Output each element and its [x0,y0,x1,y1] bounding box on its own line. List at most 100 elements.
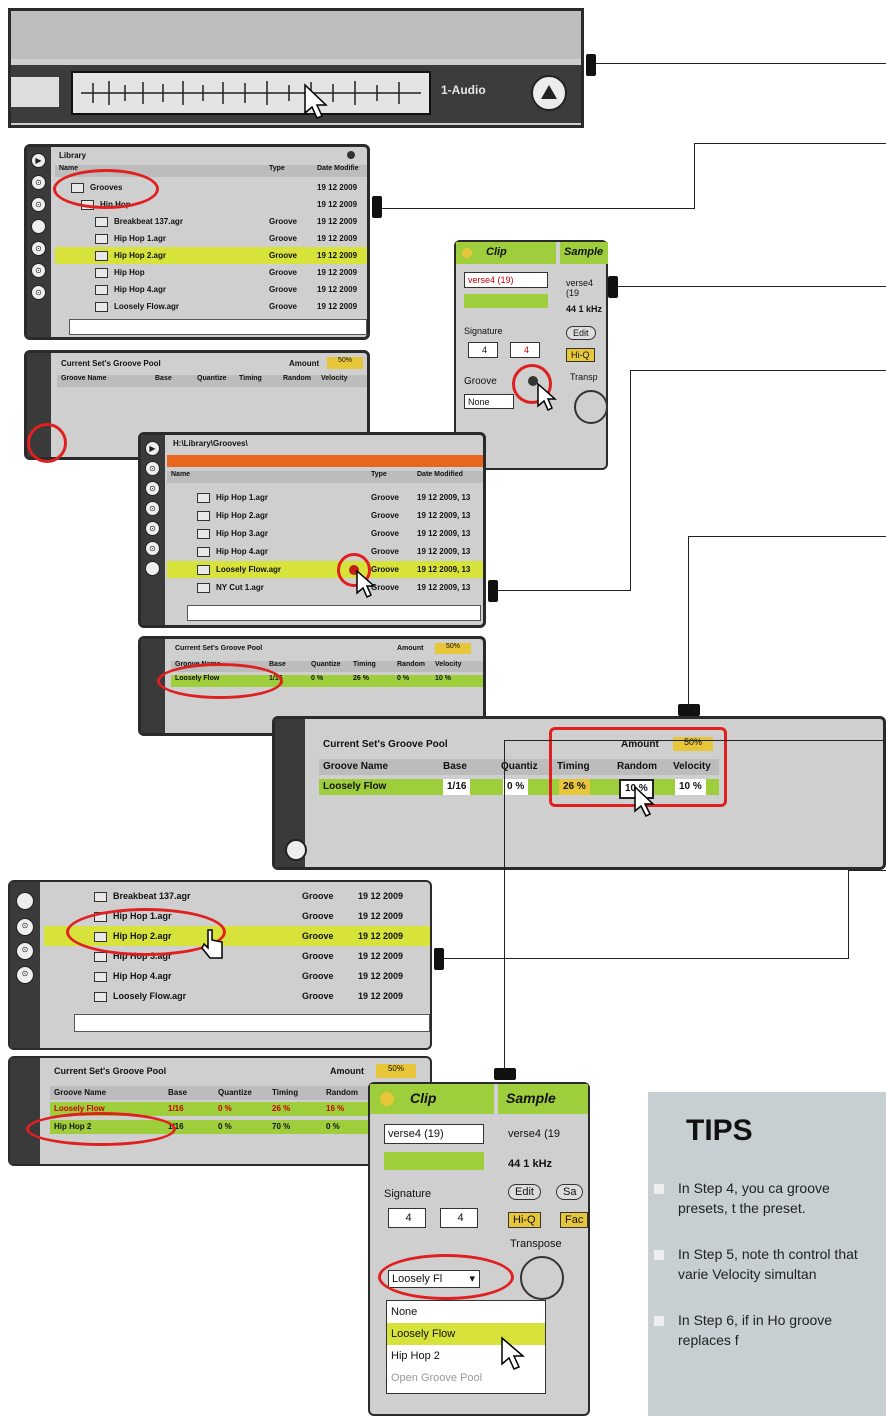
list-item[interactable]: Hip Hop 4.agr Groove 19 12 2009, 13 [167,543,483,560]
browser-sidebar: ▶ ⊙ ⊙ ⊙ ⊙ ⊙ [27,147,51,337]
refresh-icon[interactable]: ⊙ [31,285,46,300]
list-item[interactable]: Hip Hop 4.agr Groove 19 12 2009 [44,966,430,986]
hiq-button[interactable]: Hi-Q [508,1212,541,1228]
device-icon[interactable]: ⊙ [31,263,46,278]
menu-item[interactable]: None [387,1301,545,1323]
signature-denominator[interactable]: 4 [510,342,540,358]
search-bar[interactable] [74,1014,430,1032]
clip-name-field[interactable]: verse4 (19) [384,1124,484,1144]
audio-clip[interactable] [71,71,431,115]
connector-tab [608,276,618,298]
list-item[interactable]: Loosely Flow.agr Groove 19 12 2009 [55,298,367,315]
col-name[interactable]: Name [59,165,78,172]
clip-activator-icon[interactable] [380,1092,394,1106]
list-item[interactable]: Hip Hop 3.agr Groove 19 12 2009, 13 [167,525,483,542]
clip-activator-icon[interactable] [462,248,472,258]
device-icon[interactable]: ⊙ [145,541,160,556]
signature-numerator[interactable]: 4 [468,342,498,358]
refresh-icon[interactable] [145,561,160,576]
edit-button[interactable]: Edit [566,326,596,340]
play-icon[interactable]: ▶ [145,441,160,456]
places-icon[interactable] [16,892,34,910]
col-date[interactable]: Date Modifie [317,165,359,172]
gear-icon[interactable] [347,151,355,159]
amount-label: Amount [289,359,320,368]
signature-denominator[interactable]: 4 [440,1208,478,1228]
search-bar[interactable] [69,319,367,335]
list-item[interactable]: NY Cut 1.agr Groove 19 12 2009, 13 [167,579,483,596]
places-icon[interactable] [31,219,46,234]
tip-item: In Step 6, if in Ho groove replaces f [678,1312,833,1348]
plugin-icon[interactable]: ⊙ [16,918,34,936]
browser-path[interactable]: Library [59,151,86,160]
list-item[interactable]: Hip Hop 2.agr Groove 19 12 2009, 13 [167,507,483,524]
library-browser: ▶ ⊙ ⊙ ⊙ ⊙ ⊙ Library Name Type Date Modif… [24,144,370,340]
clip-name-field[interactable]: verse4 (19) [464,272,548,288]
col-date[interactable]: Date Modified [417,471,463,478]
save-button[interactable]: Sa [556,1184,584,1200]
clip-title: Clip [410,1090,437,1106]
connector-line [694,143,695,209]
connector-line [848,870,849,959]
bullet-icon [654,1316,664,1326]
list-item-selected[interactable]: Hip Hop 2.agr Groove 19 12 2009 [55,247,367,264]
browser-header: Name Type Date Modified [167,471,483,483]
amount-label: Amount [397,645,424,652]
transpose-knob[interactable] [574,390,608,424]
play-icon[interactable]: ▶ [31,153,46,168]
tip-item: In Step 5, note th control that varie Ve… [678,1246,858,1282]
amount-field[interactable]: 50% [435,643,471,654]
highlight-ring [53,169,159,209]
clip-view-2: Clip Sample verse4 (19) Signature 4 4 ve… [368,1082,590,1416]
cursor-icon [201,929,223,959]
list-item[interactable]: Loosely Flow.agr Groove 19 12 2009 [44,986,430,1006]
clip-color[interactable] [464,294,548,308]
connector-line [504,740,886,741]
plugin-icon[interactable]: ⊙ [145,521,160,536]
list-item[interactable]: Hip Hop 4.agr Groove 19 12 2009 [55,281,367,298]
pool-toggle-button[interactable] [285,839,307,861]
hiq-button[interactable]: Hi-Q [566,348,595,362]
highlight-ring [378,1254,514,1300]
connector-line [596,63,886,64]
col-type[interactable]: Type [371,471,387,478]
cursor-icon [304,83,328,119]
transpose-knob[interactable] [520,1256,564,1300]
list-item[interactable]: Breakbeat 137.agr Groove 19 12 2009 [55,213,367,230]
col-name[interactable]: Name [171,471,190,478]
triangle-up-icon [541,85,557,99]
sample-title: Sample [564,246,604,258]
list-item[interactable]: Breakbeat 137.agr Groove 19 12 2009 [44,886,430,906]
sample-name: verse4 (19 [566,278,594,298]
library-browser-2: ▶ ⊙ ⊙ ⊙ ⊙ ⊙ H:\Library\Grooves\ Name Typ… [138,432,486,628]
clip-color[interactable] [384,1152,484,1170]
folder-icon[interactable]: ⊙ [145,461,160,476]
signature-label: Signature [384,1188,432,1200]
list-item[interactable]: Hip Hop 1.agr Groove 19 12 2009 [55,230,367,247]
amount-field[interactable]: 50% [376,1064,416,1078]
fade-button[interactable]: Fac [560,1212,589,1228]
hotswap-icon[interactable]: ⊙ [31,197,46,212]
hotswap-icon[interactable]: ⊙ [145,481,160,496]
track-name[interactable]: 1-Audio [441,83,486,97]
pool-title: Current Set's Groove Pool [323,739,448,750]
pool-title: Current Set's Groove Pool [61,359,161,368]
track-fold-button[interactable] [531,75,567,111]
refresh-icon[interactable]: ⊙ [16,966,34,984]
search-bar[interactable] [187,605,481,621]
places-icon[interactable]: ⊙ [145,501,160,516]
groove-chooser[interactable]: None [464,394,514,409]
edit-button[interactable]: Edit [508,1184,541,1200]
signature-numerator[interactable]: 4 [388,1208,426,1228]
list-item[interactable]: Hip Hop 1.agr Groove 19 12 2009, 13 [167,489,483,506]
list-item[interactable]: Hip Hop Groove 19 12 2009 [55,264,367,281]
tips-title: TIPS [686,1114,753,1147]
col-type[interactable]: Type [269,165,285,172]
transpose-label: Transpose [510,1238,562,1250]
list-item-selected[interactable]: Loosely Flow.agr Groove 19 12 2009, 13 [167,561,483,578]
folder-icon[interactable]: ⊙ [31,175,46,190]
amount-field[interactable]: 50% [327,357,363,369]
device-icon[interactable]: ⊙ [16,942,34,960]
plugin-icon[interactable]: ⊙ [31,241,46,256]
browser-path[interactable]: H:\Library\Grooves\ [173,439,248,448]
